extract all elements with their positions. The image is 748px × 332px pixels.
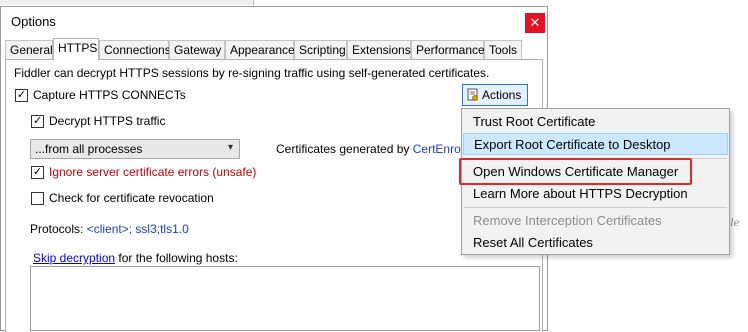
protocols-link[interactable]: <client>; ssl3;tls1.0 — [87, 222, 189, 236]
actions-label: Actions — [482, 88, 522, 102]
background-strip — [0, 0, 255, 5]
tab-tools[interactable]: Tools — [484, 40, 522, 59]
tab-general[interactable]: General — [5, 40, 53, 59]
menu-item-trust-root-certificate[interactable]: Trust Root Certificate — [463, 111, 728, 133]
tab-gateway[interactable]: Gateway — [169, 40, 225, 59]
https-intro-text: Fiddler can decrypt HTTPS sessions by re… — [14, 66, 490, 80]
tab-connections[interactable]: Connections — [99, 40, 171, 59]
protocols-label: Protocols: — [30, 222, 87, 236]
close-button[interactable]: ✕ — [525, 13, 545, 33]
menu-item-reset-all-certificates[interactable]: Reset All Certificates — [463, 232, 728, 254]
ignore-cert-errors-label: Ignore server certificate errors (unsafe… — [49, 165, 257, 179]
ignore-cert-errors-checkbox[interactable]: ✓ — [31, 166, 44, 179]
tab-performance[interactable]: Performance — [411, 40, 485, 59]
process-filter-dropdown[interactable]: ...from all processes ▾ — [30, 139, 240, 159]
tab-extensions[interactable]: Extensions — [347, 40, 411, 59]
capture-https-label: Capture HTTPS CONNECTs — [33, 88, 186, 102]
actions-button[interactable]: Actions — [462, 84, 528, 106]
protocols-text: Protocols: <client>; ssl3;tls1.0 — [30, 222, 189, 236]
check-revocation-label: Check for certificate revocation — [49, 191, 214, 205]
skip-decryption-text: Skip decryption for the following hosts: — [33, 251, 238, 265]
annotation-highlight-box — [459, 158, 692, 185]
menu-item-learn-more-https[interactable]: Learn More about HTTPS Decryption — [463, 183, 728, 205]
capture-https-checkbox[interactable]: ✓ — [15, 89, 28, 102]
dialog-title: Options — [11, 14, 56, 29]
skip-hosts-textarea[interactable] — [30, 266, 540, 331]
menu-item-export-root-certificate[interactable]: Export Root Certificate to Desktop — [463, 133, 728, 155]
menu-separator — [464, 207, 727, 208]
close-icon: ✕ — [529, 15, 541, 30]
check-revocation-checkbox[interactable] — [31, 192, 44, 205]
tab-scripting[interactable]: Scripting — [294, 40, 347, 59]
menu-item-remove-interception-certificates: Remove Interception Certificates — [473, 213, 662, 228]
tab-https[interactable]: HTTPS — [53, 38, 99, 60]
skip-decryption-link[interactable]: Skip decryption — [33, 251, 115, 265]
decrypt-https-label: Decrypt HTTPS traffic — [49, 114, 166, 128]
certs-generated-text: Certificates generated by CertEnroll e — [276, 142, 477, 156]
chevron-down-icon: ▾ — [227, 142, 233, 153]
certificate-icon — [467, 88, 479, 102]
tab-appearance[interactable]: Appearance — [225, 40, 295, 59]
title-bar: Options ✕ — [1, 7, 547, 37]
decrypt-https-checkbox[interactable]: ✓ — [31, 115, 44, 128]
process-filter-value: ...from all processes — [35, 142, 143, 156]
